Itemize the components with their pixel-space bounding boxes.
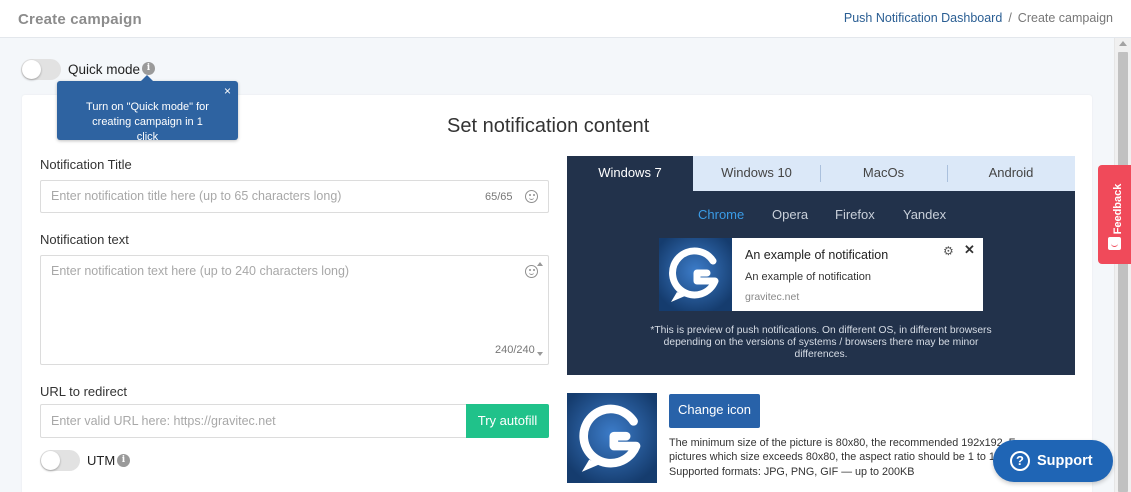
tooltip-text: Turn on "Quick mode" for creating campai…: [86, 101, 209, 143]
tab-macos[interactable]: MacOs: [820, 156, 947, 191]
tab-windows-10[interactable]: Windows 10: [693, 156, 820, 191]
feedback-label: Feedback: [1112, 183, 1124, 235]
change-icon-button[interactable]: Change icon: [669, 394, 760, 428]
close-icon[interactable]: ×: [224, 84, 231, 99]
notification-body: An example of notification: [745, 271, 871, 283]
info-icon[interactable]: i: [142, 62, 155, 75]
tab-android[interactable]: Android: [947, 156, 1075, 191]
browser-tab-opera[interactable]: Opera: [772, 207, 808, 222]
url-placeholder: Enter valid URL here: https://gravitec.n…: [51, 414, 276, 428]
notification-site: gravitec.net: [745, 291, 800, 303]
quick-mode-label: Quick mode: [68, 62, 141, 77]
close-icon[interactable]: ✕: [964, 242, 975, 258]
breadcrumb-dashboard-link[interactable]: Push Notification Dashboard: [844, 11, 1002, 25]
url-label: URL to redirect: [40, 384, 127, 399]
section-title: Set notification content: [447, 115, 650, 137]
sample-notification: An example of notification An example of…: [659, 238, 983, 311]
feedback-tab[interactable]: Feedback: [1098, 165, 1131, 264]
emoji-icon[interactable]: [525, 265, 538, 278]
scroll-up-arrow[interactable]: [1119, 41, 1127, 46]
emoji-icon[interactable]: [525, 190, 538, 203]
page-scrollbar[interactable]: [1114, 38, 1131, 492]
preview-disclaimer: *This is preview of push notifications. …: [650, 325, 992, 360]
icon-requirements: The minimum size of the picture is 80x80…: [669, 437, 1025, 478]
notification-title: An example of notification: [745, 248, 889, 262]
notification-title-label: Notification Title: [40, 157, 132, 172]
toggle-knob: [22, 60, 41, 79]
quick-mode-toggle[interactable]: [21, 59, 61, 80]
scroll-up-icon[interactable]: [537, 262, 543, 266]
utm-toggle[interactable]: [40, 450, 80, 471]
notification-title-placeholder: Enter notification title here (up to 65 …: [51, 189, 342, 203]
notification-preview: Windows 7 Windows 10 MacOs Android Chrom…: [567, 156, 1075, 375]
info-icon[interactable]: i: [117, 454, 130, 467]
breadcrumb-current: Create campaign: [1017, 11, 1113, 25]
support-button[interactable]: ? Support: [993, 440, 1113, 482]
scroll-down-icon[interactable]: [537, 352, 543, 356]
quick-mode-tooltip: × Turn on "Quick mode" for creating camp…: [57, 75, 238, 143]
os-tabs: Windows 7 Windows 10 MacOs Android: [567, 156, 1075, 191]
gear-icon[interactable]: ⚙: [943, 244, 954, 258]
try-autofill-button[interactable]: Try autofill: [466, 404, 549, 438]
smile-icon: [1108, 237, 1121, 250]
utm-label: UTM: [87, 453, 116, 468]
notification-text-placeholder: Enter notification text here (up to 240 …: [51, 264, 350, 278]
notification-text-label: Notification text: [40, 232, 129, 247]
help-icon: ?: [1010, 451, 1030, 471]
notification-text-textarea[interactable]: Enter notification text here (up to 240 …: [40, 255, 549, 365]
title-char-counter: 65/65: [485, 191, 513, 203]
browser-tab-chrome[interactable]: Chrome: [698, 207, 744, 222]
support-label: Support: [1037, 453, 1093, 469]
toggle-knob: [41, 451, 60, 470]
scroll-thumb[interactable]: [1118, 52, 1128, 492]
page-title: Create campaign: [18, 11, 142, 28]
url-input[interactable]: Enter valid URL here: https://gravitec.n…: [40, 404, 467, 438]
gravitec-logo-icon: [659, 238, 732, 311]
tab-windows-7[interactable]: Windows 7: [567, 156, 693, 191]
browser-tab-yandex[interactable]: Yandex: [903, 207, 946, 222]
breadcrumb: Push Notification Dashboard / Create campa…: [844, 11, 1113, 25]
notification-title-input[interactable]: Enter notification title here (up to 65 …: [40, 180, 549, 213]
browser-tab-firefox[interactable]: Firefox: [835, 207, 875, 222]
notification-icon-preview: [567, 393, 657, 483]
top-bar: Create campaign Push Notification Dashbo…: [0, 0, 1131, 38]
breadcrumb-separator: /: [1008, 11, 1012, 25]
text-char-counter: 240/240: [495, 344, 535, 356]
